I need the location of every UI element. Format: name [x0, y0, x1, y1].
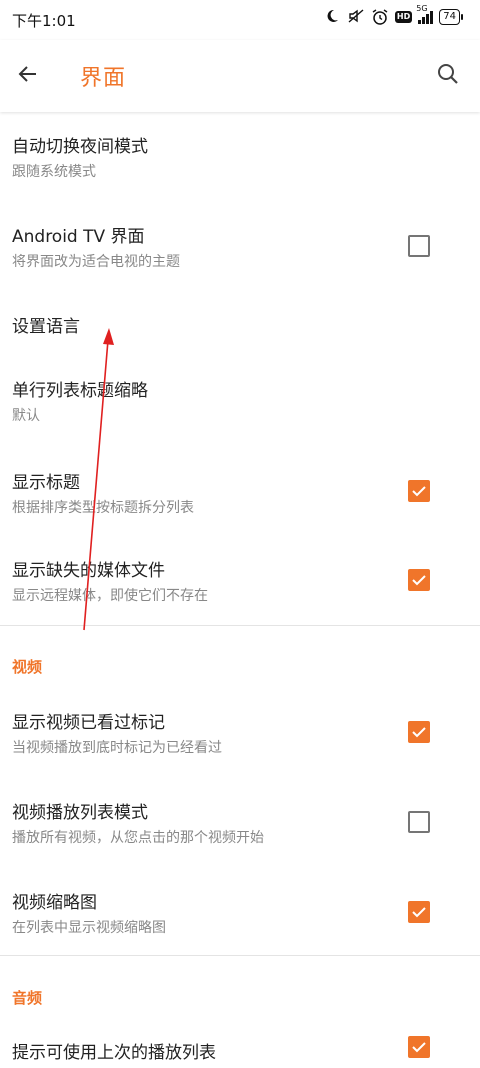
setting-subtitle: 默认 — [12, 408, 40, 424]
back-button[interactable] — [8, 54, 48, 94]
divider — [0, 625, 480, 626]
setting-title: Android TV 界面 — [12, 227, 145, 247]
status-bar: 下午1:01 HD 5G 74 — [0, 0, 480, 40]
setting-title: 显示标题 — [12, 473, 80, 493]
battery-icon: 74 — [439, 9, 463, 25]
setting-title: 设置语言 — [12, 317, 80, 337]
search-button[interactable] — [428, 54, 468, 94]
setting-auto-night-mode[interactable]: 自动切换夜间模式 跟随系统模式 — [0, 112, 480, 202]
setting-title: 视频缩略图 — [12, 893, 97, 913]
setting-show-missing-media[interactable]: 显示缺失的媒体文件 显示远程媒体，即使它们不存在 — [0, 546, 480, 626]
setting-subtitle: 当视频播放到底时标记为已经看过 — [12, 740, 222, 756]
battery-level: 74 — [443, 11, 456, 22]
status-time: 下午1:01 — [12, 12, 76, 30]
setting-subtitle: 根据排序类型按标题拆分列表 — [12, 500, 194, 516]
setting-show-title[interactable]: 显示标题 根据排序类型按标题拆分列表 — [0, 456, 480, 546]
video-watched-checkbox[interactable] — [408, 721, 430, 743]
setting-android-tv[interactable]: Android TV 界面 将界面改为适合电视的主题 — [0, 202, 480, 292]
setting-video-playlist-mode[interactable]: 视频播放列表模式 播放所有视频，从您点击的那个视频开始 — [0, 788, 480, 878]
setting-subtitle: 将界面改为适合电视的主题 — [12, 254, 180, 270]
arrow-back-icon — [18, 66, 36, 82]
video-playlist-checkbox[interactable] — [408, 811, 430, 833]
search-icon — [438, 64, 458, 84]
setting-video-thumbnails[interactable]: 视频缩略图 在列表中显示视频缩略图 — [0, 878, 480, 956]
setting-subtitle: 显示远程媒体，即使它们不存在 — [12, 588, 208, 604]
show-missing-media-checkbox[interactable] — [408, 569, 430, 591]
hd-icon: HD — [394, 11, 413, 23]
setting-single-line-title[interactable]: 单行列表标题缩略 默认 — [0, 366, 480, 456]
setting-subtitle: 在列表中显示视频缩略图 — [12, 920, 166, 936]
page-title: 界面 — [80, 66, 127, 91]
alarm-icon — [371, 8, 389, 26]
setting-subtitle: 跟随系统模式 — [12, 164, 96, 180]
moon-icon — [323, 8, 341, 26]
section-header-audio: 音频 — [12, 989, 43, 1007]
setting-video-watched-mark[interactable]: 显示视频已看过标记 当视频播放到底时标记为已经看过 — [0, 698, 480, 788]
android-tv-checkbox[interactable] — [408, 235, 430, 257]
divider — [0, 955, 480, 956]
setting-resume-last-playlist[interactable]: 提示可使用上次的播放列表 — [0, 1028, 480, 1068]
setting-subtitle: 播放所有视频，从您点击的那个视频开始 — [12, 830, 264, 846]
setting-title: 自动切换夜间模式 — [12, 137, 148, 157]
app-bar: 界面 — [0, 40, 480, 112]
status-icons: HD 5G 74 — [323, 4, 463, 26]
video-thumbnails-checkbox[interactable] — [408, 901, 430, 923]
setting-language[interactable]: 设置语言 — [0, 292, 480, 366]
show-title-checkbox[interactable] — [408, 480, 430, 502]
setting-title: 显示视频已看过标记 — [12, 713, 165, 733]
setting-title: 单行列表标题缩略 — [12, 381, 148, 401]
network-type: 5G — [416, 4, 428, 13]
setting-title: 显示缺失的媒体文件 — [12, 561, 165, 581]
signal-icon: 5G — [416, 4, 434, 24]
setting-title: 提示可使用上次的播放列表 — [12, 1043, 216, 1063]
setting-title: 视频播放列表模式 — [12, 803, 148, 823]
section-header-video: 视频 — [12, 658, 43, 676]
mute-icon — [347, 8, 365, 26]
resume-playlist-checkbox[interactable] — [408, 1036, 430, 1058]
